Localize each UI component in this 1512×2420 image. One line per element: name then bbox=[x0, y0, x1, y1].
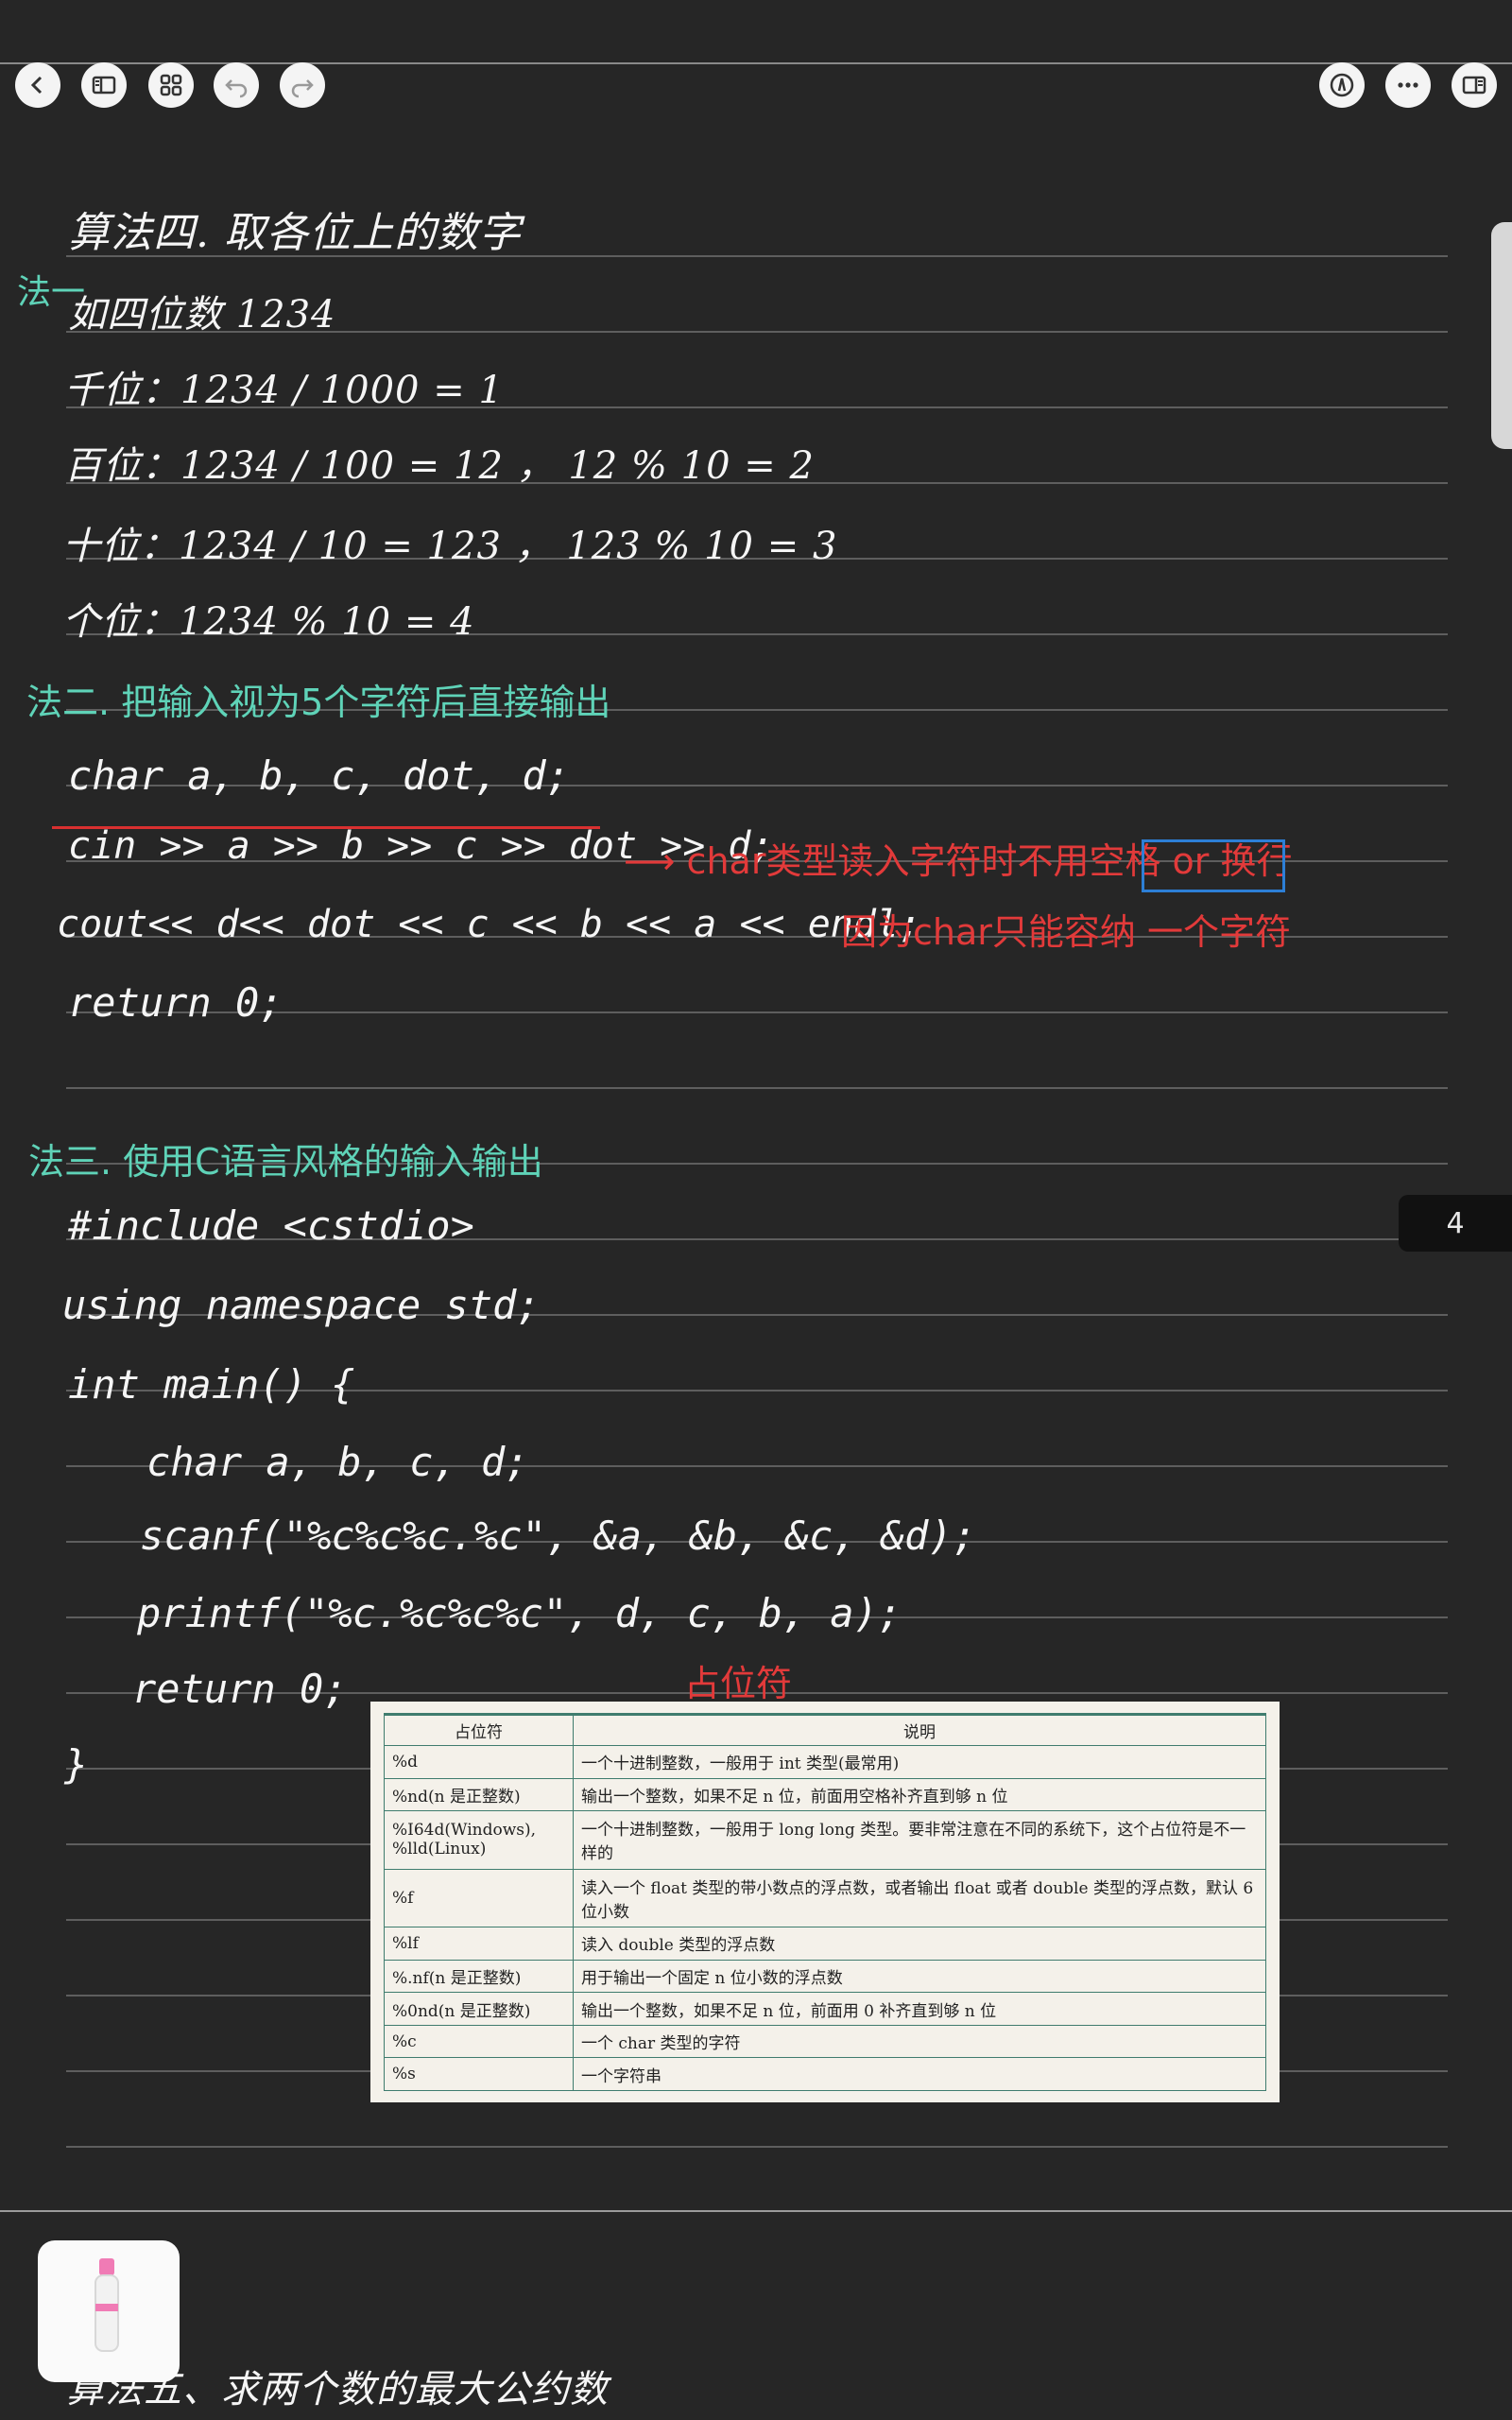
table-row: %s 一个字符串 bbox=[384, 2057, 1266, 2091]
table-cell: %d bbox=[384, 1745, 574, 1779]
table-cell: 输出一个整数，如果不足 n 位，前面用空格补齐直到够 n 位 bbox=[573, 1777, 1266, 1812]
section-title: 算法四. 取各位上的数字 bbox=[68, 209, 522, 257]
code-line: return 0; bbox=[68, 979, 284, 1026]
code-line: char a, b, c, d; bbox=[146, 1439, 529, 1485]
table-header-row: 占位符 说明 bbox=[384, 1713, 1266, 1746]
table-cell: 读入一个 float 类型的带小数点的浮点数，或者输出 float 或者 dou… bbox=[573, 1868, 1266, 1928]
ruled-line bbox=[66, 2146, 1448, 2148]
red-underline bbox=[52, 826, 600, 829]
table-header: 占位符 bbox=[384, 1713, 574, 1746]
placeholder-table-image[interactable]: 占位符 说明 %d 一个十进制整数，一般用于 int 类型(最常用) %nd(n … bbox=[370, 1702, 1280, 2102]
placeholder-table: 占位符 说明 %d 一个十进制整数，一般用于 int 类型(最常用) %nd(n … bbox=[384, 1713, 1266, 2091]
thousands-line: 千位：1234 / 1000 = 1 bbox=[64, 369, 504, 412]
page-number-badge[interactable]: 4 bbox=[1399, 1195, 1512, 1252]
table-cell: 读入 double 类型的浮点数 bbox=[573, 1927, 1266, 1961]
tens-line: 十位：1234 / 10 = 123 ， 123 % 10 = 3 bbox=[62, 525, 838, 568]
table-row: %c 一个 char 类型的字符 bbox=[384, 2024, 1266, 2059]
ones-line: 个位：1234 % 10 = 4 bbox=[62, 600, 475, 644]
table-row: %f 读入一个 float 类型的带小数点的浮点数，或者输出 float 或者 d… bbox=[384, 1868, 1266, 1928]
table-row: %0nd(n 是正整数) 输出一个整数，如果不足 n 位，前面用 0 补齐直到够 … bbox=[384, 1992, 1266, 2026]
code-line: return 0; bbox=[132, 1666, 348, 1712]
top-toolbar bbox=[0, 0, 1512, 64]
example-line: 如四位数 1234 bbox=[68, 293, 336, 337]
code-line: printf("%c.%c%c%c", d, c, b, a); bbox=[137, 1590, 902, 1636]
table-cell: 一个 char 类型的字符 bbox=[573, 2024, 1266, 2059]
table-row: %nd(n 是正整数) 输出一个整数，如果不足 n 位，前面用空格补齐直到够 n … bbox=[384, 1777, 1266, 1812]
code-line: } bbox=[64, 1741, 89, 1788]
annotation-note: 因为char只能容纳 bbox=[841, 911, 1136, 953]
table-row: %I64d(Windows), %lld(Linux) 一个十进制整数，一般用于 … bbox=[384, 1810, 1266, 1870]
annotation-note: 占位符 bbox=[684, 1663, 793, 1704]
table-cell: %c bbox=[384, 2024, 574, 2059]
table-cell: %0nd(n 是正整数) bbox=[384, 1992, 574, 2026]
table-cell: %.nf(n 是正整数) bbox=[384, 1959, 574, 1994]
table-cell: 输出一个整数，如果不足 n 位，前面用 0 补齐直到够 n 位 bbox=[573, 1992, 1266, 2026]
table-cell: %nd(n 是正整数) bbox=[384, 1777, 574, 1812]
code-line: scanf("%c%c%c.%c", &a, &b, &c, &d); bbox=[140, 1512, 977, 1559]
table-cell: %s bbox=[384, 2057, 574, 2091]
highlighter-tool[interactable] bbox=[38, 2240, 180, 2382]
code-line: int main() { bbox=[68, 1361, 355, 1408]
method3-heading: 法三. 使用C语言风格的输入输出 bbox=[28, 1141, 543, 1183]
code-line: char a, b, c, dot, d; bbox=[68, 752, 571, 799]
method2-heading: 法二. 把输入视为5个字符后直接输出 bbox=[26, 682, 611, 723]
highlighter-icon bbox=[94, 2258, 119, 2352]
table-cell: 用于输出一个固定 n 位小数的浮点数 bbox=[573, 1959, 1266, 1994]
table-cell: %I64d(Windows), %lld(Linux) bbox=[384, 1810, 574, 1870]
table-cell: %f bbox=[384, 1868, 574, 1928]
table-cell: 一个字符串 bbox=[573, 2057, 1266, 2091]
table-row: %.nf(n 是正整数) 用于输出一个固定 n 位小数的浮点数 bbox=[384, 1959, 1266, 1994]
table-cell: %lf bbox=[384, 1927, 574, 1961]
side-panel-handle[interactable] bbox=[1491, 222, 1512, 449]
annotation-boxed-text: 一个字符 bbox=[1147, 911, 1292, 953]
hundreds-line: 百位：1234 / 100 = 12 ， 12 % 10 = 2 bbox=[64, 444, 815, 488]
code-line: #include <cstdio> bbox=[68, 1202, 474, 1249]
ruled-line bbox=[66, 1087, 1448, 1089]
page-divider bbox=[0, 2210, 1512, 2212]
table-header: 说明 bbox=[573, 1713, 1266, 1746]
table-row: %d 一个十进制整数，一般用于 int 类型(最常用) bbox=[384, 1745, 1266, 1779]
highlight-box bbox=[1142, 839, 1285, 892]
code-line: cout<< d<< dot << c << b << a << endl; bbox=[57, 903, 922, 946]
table-cell: 一个十进制整数，一般用于 int 类型(最常用) bbox=[573, 1745, 1266, 1779]
code-line: using namespace std; bbox=[62, 1282, 541, 1328]
table-row: %lf 读入 double 类型的浮点数 bbox=[384, 1927, 1266, 1961]
table-cell: 一个十进制整数，一般用于 long long 类型。要非常注意在不同的系统下，这… bbox=[573, 1810, 1266, 1870]
